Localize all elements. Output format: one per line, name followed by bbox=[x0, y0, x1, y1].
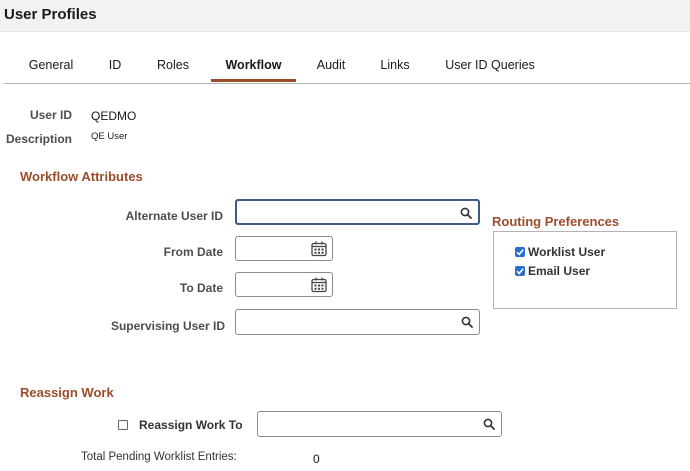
from-date-label: From Date bbox=[163, 245, 223, 259]
calendar-icon[interactable] bbox=[310, 276, 328, 294]
worklist-user-checkbox[interactable] bbox=[515, 247, 525, 257]
reassign-work-to-input[interactable] bbox=[257, 411, 502, 437]
user-id-label: User ID bbox=[29, 108, 72, 122]
user-id-value: QEDMO bbox=[91, 109, 137, 123]
tab-workflow[interactable]: Workflow bbox=[211, 52, 296, 82]
description-value: QE User bbox=[91, 131, 128, 142]
checkmark-icon bbox=[516, 268, 524, 275]
calendar-icon[interactable] bbox=[310, 240, 328, 258]
checkmark-icon bbox=[516, 249, 524, 256]
email-user-label: Email User bbox=[528, 264, 591, 278]
search-icon[interactable] bbox=[460, 207, 472, 219]
reassign-work-title: Reassign Work bbox=[20, 385, 114, 400]
alternate-user-id-label: Alternate User ID bbox=[125, 209, 223, 223]
total-pending-label: Total Pending Worklist Entries: bbox=[81, 451, 237, 463]
to-date-label: To Date bbox=[179, 281, 223, 295]
supervising-user-id-input[interactable] bbox=[235, 309, 480, 335]
routing-preferences-title: Routing Preferences bbox=[492, 214, 620, 229]
search-icon[interactable] bbox=[483, 418, 495, 430]
tab-roles[interactable]: Roles bbox=[150, 52, 196, 82]
reassign-work-checkbox[interactable] bbox=[118, 420, 128, 430]
tab-id[interactable]: ID bbox=[102, 52, 128, 82]
from-date-input[interactable] bbox=[235, 236, 333, 261]
to-date-input[interactable] bbox=[235, 272, 333, 297]
page-title: User Profiles bbox=[4, 6, 97, 23]
description-label: Description bbox=[5, 132, 72, 146]
routing-preferences-box: Worklist User Email User bbox=[493, 231, 677, 309]
workflow-attributes-title: Workflow Attributes bbox=[20, 169, 143, 184]
tab-bar: General ID Roles Workflow Audit Links Us… bbox=[4, 52, 690, 84]
search-icon[interactable] bbox=[461, 316, 473, 328]
tab-audit[interactable]: Audit bbox=[310, 52, 352, 82]
email-user-checkbox[interactable] bbox=[515, 266, 525, 276]
total-pending-value: 0 bbox=[313, 452, 320, 466]
alternate-user-id-input[interactable] bbox=[235, 199, 480, 225]
worklist-user-label: Worklist User bbox=[528, 245, 606, 259]
page-header: User Profiles bbox=[0, 0, 690, 32]
reassign-work-to-label: Reassign Work To bbox=[139, 418, 243, 432]
supervising-user-id-label: Supervising User ID bbox=[110, 319, 225, 333]
tab-links[interactable]: Links bbox=[374, 52, 416, 82]
tab-general[interactable]: General bbox=[20, 52, 82, 82]
tab-user-id-queries[interactable]: User ID Queries bbox=[440, 52, 540, 82]
